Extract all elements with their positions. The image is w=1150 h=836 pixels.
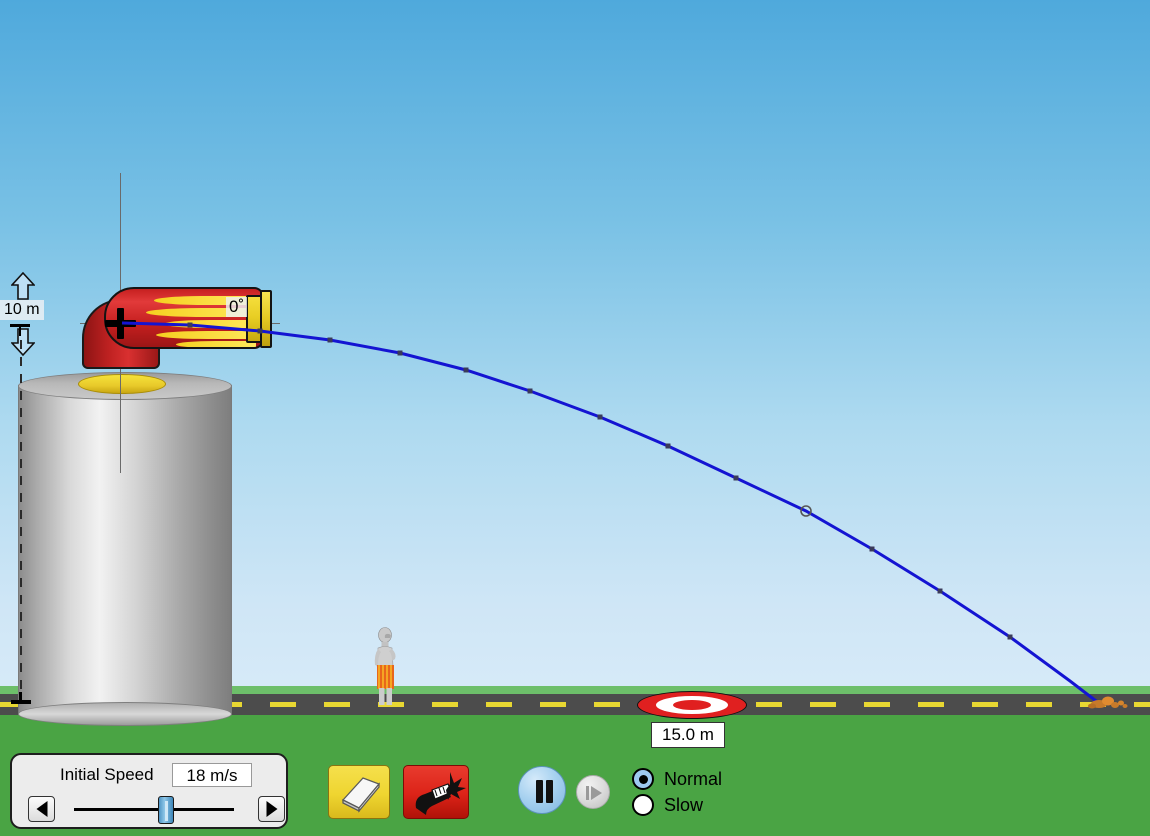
height-top-tick-stem <box>19 327 21 336</box>
initial-speed-value[interactable]: 18 m/s <box>172 763 252 787</box>
cannon-tower-base <box>18 702 232 726</box>
speed-option-slow[interactable]: Slow <box>632 794 703 816</box>
impact-debris-icon <box>1088 696 1128 709</box>
cannon-height-label: 10 m <box>0 300 44 320</box>
initial-speed-slider-thumb[interactable] <box>158 796 174 824</box>
simulation-stage: 0˚ 10 m 15.0 m Initial Speed 18 m/s Norm… <box>0 0 1150 836</box>
arrow-down-icon[interactable] <box>11 328 35 356</box>
person-figure <box>374 627 396 705</box>
pause-icon <box>536 780 543 803</box>
triangle-right-icon <box>266 801 277 817</box>
initial-speed-label: Initial Speed <box>60 765 154 784</box>
pause-button[interactable] <box>518 766 566 814</box>
initial-speed-panel: Initial Speed 18 m/s <box>10 753 288 829</box>
cannon-fire-icon <box>415 772 466 815</box>
step-forward-icon <box>586 786 589 800</box>
initial-speed-slider-track[interactable] <box>74 808 234 811</box>
height-measure-line <box>20 340 22 702</box>
triangle-left-icon <box>36 801 47 817</box>
arrow-up-icon[interactable] <box>11 272 35 300</box>
flame-decal <box>176 341 256 347</box>
cannon-tower-body <box>18 385 232 715</box>
speed-option-normal[interactable]: Normal <box>632 768 722 790</box>
radio-button-slow[interactable] <box>632 794 654 816</box>
target-distance-label: 15.0 m <box>651 722 725 748</box>
target-inner-ring <box>673 700 711 710</box>
cannon[interactable]: 0˚ <box>78 277 278 387</box>
cannon-height-control[interactable] <box>4 272 44 382</box>
step-forward-button[interactable] <box>576 775 610 809</box>
speed-option-slow-label: Slow <box>664 794 704 815</box>
target-bullseye[interactable] <box>637 691 747 719</box>
eraser-icon <box>341 777 381 813</box>
fire-cannon-button[interactable] <box>403 765 469 819</box>
speed-option-normal-label: Normal <box>664 768 723 789</box>
erase-paths-button[interactable] <box>328 765 390 819</box>
step-forward-icon <box>591 786 602 800</box>
height-bottom-tick <box>11 700 31 704</box>
radio-selected-dot <box>638 774 648 784</box>
initial-speed-decrement-button[interactable] <box>28 796 55 822</box>
cannon-angle-label: 0˚ <box>226 297 248 317</box>
cannon-muzzle-ring <box>260 290 272 348</box>
initial-speed-increment-button[interactable] <box>258 796 285 822</box>
pause-icon <box>546 780 553 803</box>
launch-crosshair[interactable] <box>117 308 124 339</box>
flame-decal <box>164 320 256 328</box>
flame-decal <box>156 331 260 339</box>
radio-button-normal[interactable] <box>632 768 654 790</box>
